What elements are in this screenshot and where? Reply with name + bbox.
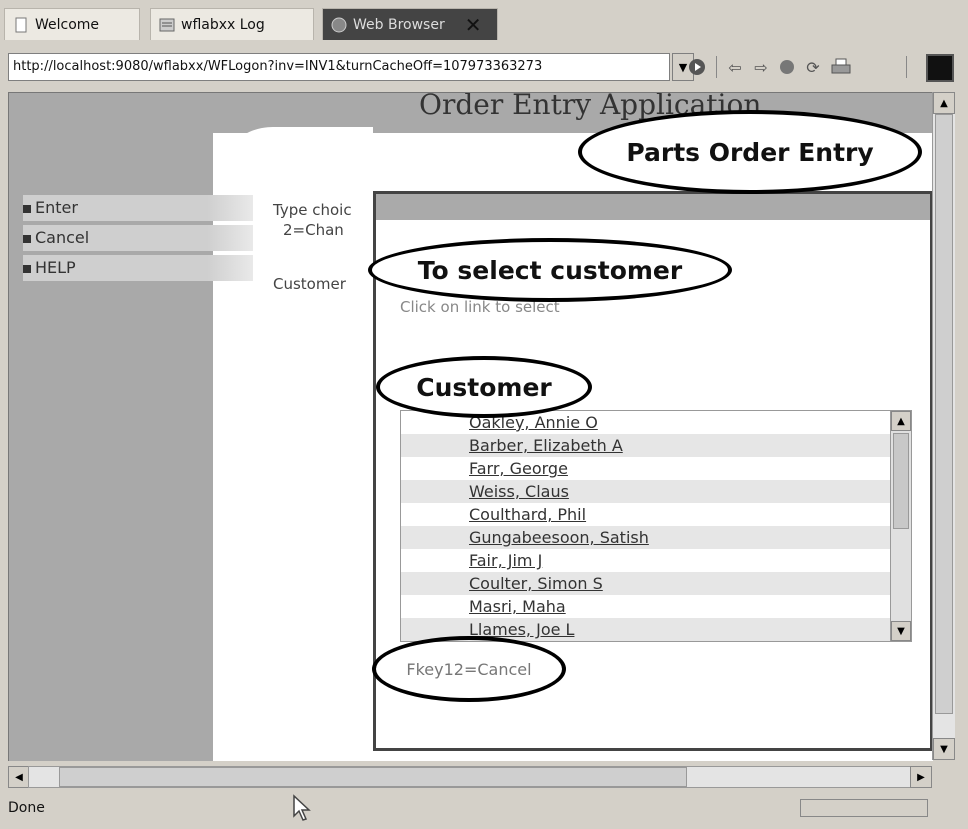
- customer-link[interactable]: Farr, George: [469, 459, 568, 478]
- list-item[interactable]: Weiss, Claus: [401, 480, 893, 503]
- print-icon[interactable]: [830, 56, 852, 78]
- tab-label: Welcome: [35, 16, 100, 33]
- scroll-up-icon[interactable]: ▲: [933, 92, 955, 114]
- mouse-pointer-icon: [292, 794, 312, 829]
- status-text: Done: [8, 800, 45, 816]
- annotation-select-customer: To select customer: [368, 238, 732, 302]
- left-nav-panel: [9, 93, 213, 761]
- customer-label: Customer: [273, 275, 346, 293]
- list-item[interactable]: Coulter, Simon S: [401, 572, 893, 595]
- globe-icon: [331, 17, 347, 33]
- customer-rows: Oakley, Annie O Barber, Elizabeth A Farr, …: [401, 411, 911, 641]
- menu-icon[interactable]: [926, 54, 954, 82]
- annotation-customer: Customer: [376, 356, 592, 418]
- browser-toolbar: http://localhost:9080/wflabxx/WFLogon?in…: [0, 44, 968, 92]
- scroll-left-icon[interactable]: ◀: [8, 766, 30, 788]
- customer-link[interactable]: Weiss, Claus: [469, 482, 569, 501]
- fkey-cancel-link[interactable]: Fkey12=Cancel: [372, 636, 566, 702]
- tab-welcome[interactable]: Welcome: [4, 8, 140, 40]
- nav-item-enter[interactable]: Enter: [23, 195, 253, 221]
- back-icon[interactable]: ⇦: [724, 56, 746, 78]
- list-scroll-thumb[interactable]: [893, 433, 909, 529]
- progress-indicator: [800, 799, 928, 817]
- type-choice-text: Type choic: [273, 201, 352, 219]
- annotation-parts-order-entry: Parts Order Entry: [578, 110, 922, 194]
- horizontal-scroll-thumb[interactable]: [59, 767, 687, 787]
- editor-tab-bar: Welcome wflabxx Log Web Browser ✕: [0, 0, 968, 44]
- scroll-down-icon[interactable]: ▼: [933, 738, 955, 760]
- nav-item-cancel[interactable]: Cancel: [23, 225, 253, 251]
- list-scrollbar[interactable]: ▲ ▼: [890, 411, 911, 641]
- customer-link[interactable]: Barber, Elizabeth A: [469, 436, 623, 455]
- customer-link[interactable]: Gungabeesoon, Satish: [469, 528, 649, 547]
- bullet-icon: [23, 234, 31, 243]
- list-item[interactable]: Coulthard, Phil: [401, 503, 893, 526]
- list-item[interactable]: Gungabeesoon, Satish: [401, 526, 893, 549]
- nav-label: Cancel: [35, 228, 90, 247]
- change-option-text: 2=Chan: [283, 221, 344, 239]
- nav-item-help[interactable]: HELP: [23, 255, 253, 281]
- tab-wflabxx-log[interactable]: wflabxx Log: [150, 8, 314, 40]
- customer-link[interactable]: Coulthard, Phil: [469, 505, 586, 524]
- forward-icon[interactable]: ⇨: [750, 56, 772, 78]
- close-icon[interactable]: ✕: [465, 13, 482, 37]
- go-icon[interactable]: [686, 56, 708, 78]
- list-item[interactable]: Farr, George: [401, 457, 893, 480]
- page-vertical-scrollbar[interactable]: ▲ ▼: [932, 92, 955, 760]
- customer-link[interactable]: Fair, Jim J: [469, 551, 542, 570]
- nav-label: HELP: [35, 258, 76, 277]
- customer-link[interactable]: Coulter, Simon S: [469, 574, 603, 593]
- refresh-icon[interactable]: ⟳: [802, 56, 824, 78]
- list-item[interactable]: Fair, Jim J: [401, 549, 893, 572]
- status-bar: Done: [0, 794, 968, 823]
- tab-label: Web Browser: [353, 16, 445, 33]
- bullet-icon: [23, 204, 31, 213]
- scroll-right-icon[interactable]: ▶: [910, 766, 932, 788]
- toolbar-separator: [906, 56, 907, 78]
- scroll-down-icon[interactable]: ▼: [891, 621, 911, 641]
- bullet-icon: [23, 264, 31, 273]
- list-item[interactable]: Barber, Elizabeth A: [401, 434, 893, 457]
- toolbar-separator: [716, 56, 717, 78]
- nav-label: Enter: [35, 198, 78, 217]
- dialog-title-bar: [376, 194, 930, 220]
- tab-label: wflabxx Log: [181, 16, 265, 33]
- page-horizontal-scrollbar[interactable]: [28, 766, 932, 788]
- url-field[interactable]: http://localhost:9080/wflabxx/WFLogon?in…: [8, 53, 670, 81]
- list-item[interactable]: Masri, Maha: [401, 595, 893, 618]
- tab-web-browser[interactable]: Web Browser ✕: [322, 8, 498, 40]
- customer-list: Oakley, Annie O Barber, Elizabeth A Farr, …: [400, 410, 912, 642]
- scroll-up-icon[interactable]: ▲: [891, 411, 911, 431]
- customer-link[interactable]: Masri, Maha: [469, 597, 566, 616]
- page-icon: [13, 17, 29, 33]
- log-icon: [159, 17, 175, 33]
- stop-icon[interactable]: [776, 56, 798, 78]
- page-scroll-thumb[interactable]: [935, 114, 953, 714]
